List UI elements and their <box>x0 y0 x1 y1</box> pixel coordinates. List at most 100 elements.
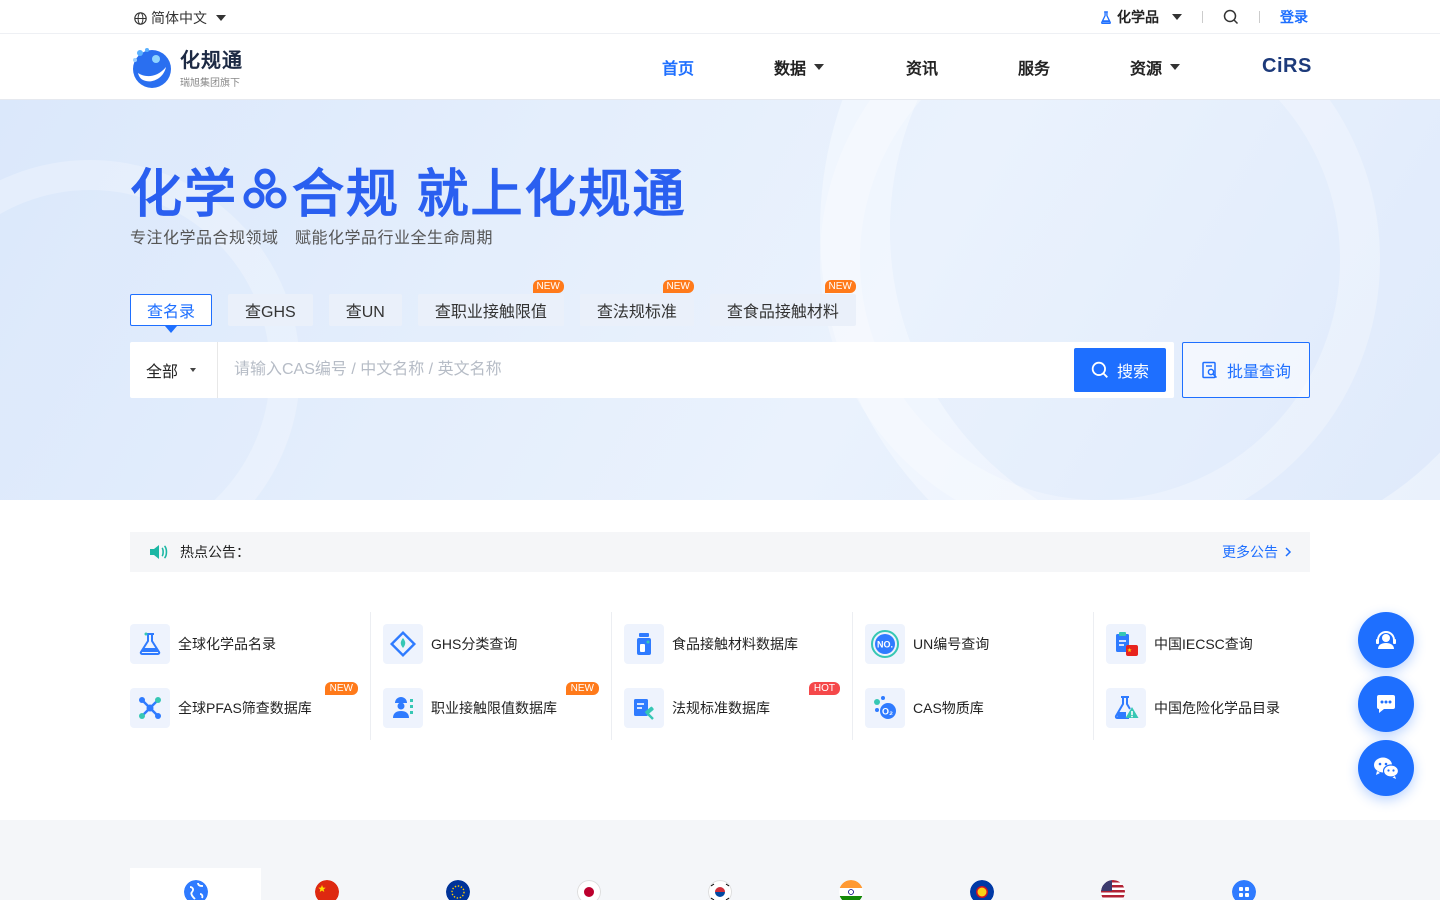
hot-badge: HOT <box>808 682 840 695</box>
tab-oel[interactable]: 查职业接触限值 NEW <box>417 280 564 326</box>
region-tab-usa[interactable] <box>1047 868 1178 900</box>
region-tab-asean[interactable] <box>916 868 1047 900</box>
quick-links-column: GHS分类查询 职业接触限值数据库 NEW <box>371 612 612 740</box>
quick-links-column: 食品接触材料数据库 法规标准数据库 HOT <box>612 612 853 740</box>
quick-link-hazardous-chemicals[interactable]: 中国危险化学品目录 <box>1106 676 1335 740</box>
more-announcements-link[interactable]: 更多公告 <box>1222 542 1292 562</box>
bottle-icon <box>624 624 664 664</box>
search-input[interactable] <box>218 342 1074 398</box>
tab-regulations[interactable]: 查法规标准 NEW <box>579 280 694 326</box>
tab-label: 查食品接触材料 <box>726 304 839 321</box>
quick-link-iecsc[interactable]: 中国IECSC查询 <box>1106 612 1335 676</box>
search-scope-value: 全部 <box>146 364 179 381</box>
quick-links-column: 中国IECSC查询 中国危险化学品目录 <box>1094 612 1335 740</box>
region-tab-india[interactable] <box>785 868 916 900</box>
login-link[interactable]: 登录 <box>1280 7 1308 27</box>
search-icon <box>1091 361 1108 378</box>
grid-icon <box>1231 880 1256 900</box>
search-bar: 全部 搜索 <box>130 342 1174 398</box>
batch-query-label: 批量查询 <box>1226 364 1291 381</box>
message-button[interactable] <box>1358 676 1414 732</box>
cirs-logo[interactable]: CiRS <box>1262 55 1312 78</box>
quick-link-regulations[interactable]: 法规标准数据库 HOT <box>624 676 852 740</box>
wechat-icon <box>1374 757 1400 779</box>
usa-flag-icon <box>1100 880 1125 900</box>
search-scope-select[interactable]: 全部 <box>130 342 218 398</box>
announcement-bar: 热点公告： 更多公告 <box>130 532 1310 572</box>
wechat-button[interactable] <box>1358 740 1414 796</box>
tab-label: 查法规标准 <box>596 304 677 321</box>
quick-link-food-contact[interactable]: 食品接触材料数据库 <box>624 612 852 676</box>
category-selector[interactable]: 化学品 <box>1100 7 1182 27</box>
tab-inventory[interactable]: 查名录 <box>130 294 213 333</box>
divider <box>1259 11 1260 23</box>
molecule-icon <box>130 688 170 728</box>
quick-link-label: GHS分类查询 <box>431 636 518 652</box>
main-nav: 首页 数据 资讯 服务 资源 <box>662 34 1230 100</box>
new-badge: NEW <box>662 280 694 293</box>
region-tab-china[interactable] <box>261 868 392 900</box>
molecule-icon <box>243 168 287 208</box>
quick-link-ghs[interactable]: GHS分类查询 <box>383 612 611 676</box>
headset-icon <box>1376 631 1396 649</box>
quick-link-label: 法规标准数据库 <box>672 700 770 716</box>
hero-title-part2: 合规 就上化规通 <box>292 166 687 224</box>
hazard-flask-icon <box>1106 688 1146 728</box>
quick-links-grid: 全球化学品名录 全球PFAS筛查数据库 NEW GHS分类查询 职业接触限值数据… <box>130 612 1310 740</box>
region-tab-global[interactable] <box>130 868 261 900</box>
region-tab-eu[interactable] <box>392 868 523 900</box>
region-tab-japan[interactable] <box>523 868 654 900</box>
logo-title: 化规通 <box>180 50 243 72</box>
decorative-swoosh <box>820 100 1380 500</box>
hero-title: 化学 合规 就上化规通 <box>130 152 686 227</box>
language-selector[interactable]: 简体中文 <box>134 8 226 28</box>
site-logo[interactable]: 化规通 瑞旭集团旗下 <box>130 44 243 89</box>
asean-flag-icon <box>969 880 994 900</box>
chevron-down-icon <box>216 15 226 21</box>
region-tabs <box>130 868 1309 900</box>
nav-label: 资讯 <box>906 61 939 78</box>
nav-label: 服务 <box>1018 61 1051 78</box>
customer-service-button[interactable] <box>1358 612 1414 668</box>
nav-label: 数据 <box>774 61 807 78</box>
tab-ghs[interactable]: 查GHS <box>228 294 313 326</box>
nav-item-resources[interactable]: 资源 <box>1130 55 1230 79</box>
quick-link-cas[interactable]: O₂ CAS物质库 <box>865 676 1093 740</box>
search-tabs: 查名录 查GHS 查UN 查职业接触限值 NEW 查法规标准 NEW 查食品接触… <box>130 280 872 333</box>
new-badge: NEW <box>324 682 358 695</box>
flask-icon <box>1101 10 1111 24</box>
japan-flag-icon <box>576 880 601 900</box>
region-tab-korea[interactable] <box>654 868 785 900</box>
svg-text:NO.: NO. <box>877 640 893 650</box>
region-tabs-section <box>0 820 1440 900</box>
chevron-down-icon <box>814 64 825 70</box>
quick-link-un-number[interactable]: NO. UN编号查询 <box>865 612 1093 676</box>
nav-item-data[interactable]: 数据 <box>774 55 906 79</box>
tab-food-contact[interactable]: 查食品接触材料 NEW <box>709 280 856 326</box>
divider <box>1202 11 1203 23</box>
language-label: 简体中文 <box>151 10 207 26</box>
quick-link-label: 中国IECSC查询 <box>1154 636 1253 652</box>
logo-mark-icon <box>133 47 171 88</box>
nav-item-services[interactable]: 服务 <box>1018 55 1130 79</box>
gavel-icon <box>624 688 664 728</box>
quick-link-oel[interactable]: 职业接触限值数据库 NEW <box>383 676 611 740</box>
batch-query-button[interactable]: 批量查询 <box>1182 342 1310 398</box>
globe-icon <box>183 880 208 900</box>
quick-link-pfas[interactable]: 全球PFAS筛查数据库 NEW <box>130 676 370 740</box>
korea-flag-icon <box>707 880 732 900</box>
chevron-down-icon <box>1172 14 1182 20</box>
search-button[interactable]: 搜索 <box>1074 348 1166 392</box>
logo-subtitle: 瑞旭集团旗下 <box>180 78 240 89</box>
nav-item-home[interactable]: 首页 <box>662 55 774 79</box>
quick-link-global-inventory[interactable]: 全球化学品名录 <box>130 612 370 676</box>
nav-item-news[interactable]: 资讯 <box>906 55 1018 79</box>
tab-label: 查职业接触限值 <box>434 304 547 321</box>
chat-bubble-icon <box>1377 695 1395 713</box>
top-utility-bar: 简体中文 化学品 登录 <box>0 0 1440 34</box>
quick-link-label: UN编号查询 <box>913 636 990 652</box>
region-tab-more[interactable] <box>1178 868 1309 900</box>
tab-un[interactable]: 查UN <box>328 294 402 326</box>
india-flag-icon <box>838 880 863 900</box>
search-icon[interactable] <box>1223 9 1239 25</box>
